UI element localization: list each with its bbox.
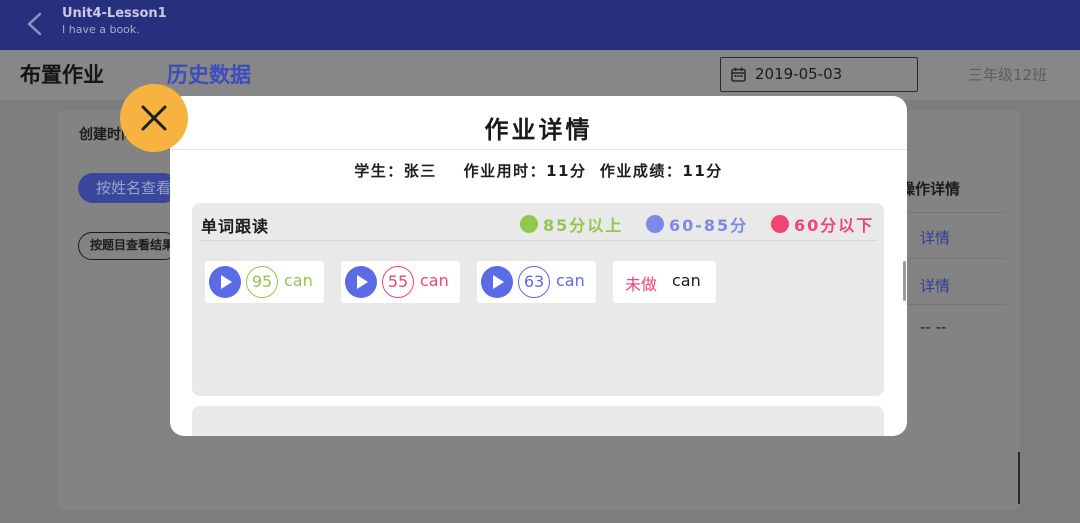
scrollbar[interactable]: [903, 261, 906, 301]
legend-dot-icon: [520, 215, 538, 233]
detail-link[interactable]: 详情: [920, 275, 950, 296]
top-bar: Unit4-Lesson1 I have a book.: [0, 0, 1080, 50]
word-text: can: [420, 271, 449, 290]
legend-label: 60分以下: [794, 216, 875, 235]
legend-label: 60-85分: [669, 216, 749, 235]
scrollbar[interactable]: [1018, 452, 1020, 504]
chevron-left-icon[interactable]: [24, 12, 46, 36]
row-divider: [906, 304, 1006, 305]
legend-item-high: 85分以上: [520, 212, 623, 236]
row-divider: [906, 258, 1006, 259]
word-card[interactable]: 55 can: [341, 261, 460, 303]
undone-label: 未做: [625, 275, 658, 294]
score-badge: 63: [518, 266, 550, 298]
view-by-question-button[interactable]: 按题目查看结果: [78, 232, 178, 260]
word-card-undone[interactable]: 未做 can: [613, 261, 716, 303]
homework-detail-dialog: 作业详情 学生：张三 作业用时：11分 作业成绩：11分 单词跟读 85分以上 …: [170, 96, 907, 436]
play-icon[interactable]: [345, 266, 377, 298]
score-badge: 55: [382, 266, 414, 298]
word-card[interactable]: 95 can: [205, 261, 324, 303]
play-icon[interactable]: [209, 266, 241, 298]
word-card[interactable]: 63 can: [477, 261, 596, 303]
calendar-icon: [731, 67, 746, 82]
empty-cell: -- --: [920, 318, 947, 336]
tab-history-data[interactable]: 历史数据: [167, 59, 251, 89]
detail-link[interactable]: 详情: [920, 227, 950, 248]
class-name: 三年级12班: [968, 66, 1048, 84]
ops-column-header: 操作详情: [900, 180, 961, 198]
lesson-subtitle: I have a book.: [62, 23, 140, 36]
legend-item-mid: 60-85分: [646, 212, 748, 236]
word-reading-section: 单词跟读 85分以上 60-85分 60分以下 95 can 55 can 63: [192, 203, 884, 396]
student-summary: 学生：张三 作业用时：11分 作业成绩：11分: [354, 162, 723, 180]
date-picker[interactable]: 2019-05-03: [720, 57, 918, 92]
word-text: can: [672, 271, 701, 290]
divider: [170, 149, 907, 150]
legend-dot-icon: [646, 215, 664, 233]
legend-label: 85分以上: [543, 216, 624, 235]
word-text: can: [284, 271, 313, 290]
section-title: 单词跟读: [201, 217, 270, 236]
next-section: [192, 406, 884, 436]
word-text: can: [556, 271, 585, 290]
legend-item-low: 60分以下: [771, 212, 874, 236]
divider: [200, 240, 878, 241]
score-badge: 95: [246, 266, 278, 298]
tab-assign-homework[interactable]: 布置作业: [20, 59, 104, 89]
view-by-name-button[interactable]: 按姓名查看: [78, 173, 178, 203]
date-value: 2019-05-03: [755, 65, 843, 83]
row-divider: [906, 212, 1006, 213]
lesson-title: Unit4-Lesson1: [62, 6, 167, 21]
play-icon[interactable]: [481, 266, 513, 298]
close-button[interactable]: [120, 84, 188, 152]
legend-dot-icon: [771, 215, 789, 233]
close-icon: [141, 105, 167, 131]
dialog-title: 作业详情: [484, 116, 593, 144]
